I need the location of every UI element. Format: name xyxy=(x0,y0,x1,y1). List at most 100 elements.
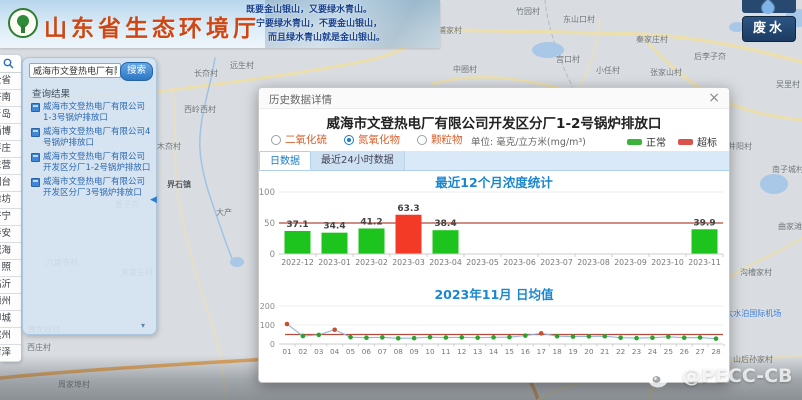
svg-text:02: 02 xyxy=(298,347,307,356)
svg-text:06: 06 xyxy=(362,347,372,356)
svg-text:2023-02: 2023-02 xyxy=(355,258,388,267)
wastewater-layer-button[interactable]: 废水 xyxy=(742,16,796,42)
svg-text:34.4: 34.4 xyxy=(323,222,345,232)
pollutant-radio-option[interactable]: 二氧化硫 xyxy=(271,132,327,147)
bar-chart-container: 0501002022-1237.12023-0134.42023-0241.22… xyxy=(259,186,731,276)
svg-text:08: 08 xyxy=(394,347,404,356)
map-place-label: 沟槽家村 xyxy=(740,267,772,278)
city-filter-item[interactable]: 聊城 xyxy=(0,311,21,328)
city-filter-item[interactable]: 滨州 xyxy=(0,328,21,345)
city-filter-item[interactable]: 日照 xyxy=(0,260,21,277)
weibo-icon xyxy=(648,364,678,388)
map-place-label: 南子城村 xyxy=(772,164,802,175)
svg-text:21: 21 xyxy=(600,347,609,356)
svg-text:2023-04: 2023-04 xyxy=(429,258,462,267)
svg-text:39.9: 39.9 xyxy=(693,218,715,228)
slogan-line: 既要金山银山，又要绿水青山。 xyxy=(246,3,434,17)
city-filter-item[interactable]: 全省 xyxy=(0,73,21,90)
legend-item: 正常 xyxy=(627,134,666,149)
result-item-icon xyxy=(31,178,40,187)
outlet-title: 威海市文登热电厂有限公司开发区分厂1-2号锅炉排放口 xyxy=(259,112,729,132)
map-place-label: 秦家庄村 xyxy=(636,34,668,45)
city-filter-item[interactable]: 威海 xyxy=(0,243,21,260)
search-panel: 搜索 查询结果 威海市文登热电厂有限公司1-3号锅炉排放口威海市文登热电厂有限公… xyxy=(22,57,157,335)
svg-text:13: 13 xyxy=(473,347,483,356)
city-filter-item[interactable]: 临沂 xyxy=(0,277,21,294)
map-place-label: 长夼村 xyxy=(194,68,218,79)
bar-chart: 0501002022-1237.12023-0134.42023-0241.22… xyxy=(259,186,731,272)
pollutant-radio-group: 二氧化硫 氮氧化物 颗粒物 xyxy=(271,132,463,147)
map-place-label: 大产 xyxy=(216,207,232,218)
city-filter-item[interactable]: 青岛 xyxy=(0,107,21,124)
results-scroll-arrow[interactable]: ▾ xyxy=(141,321,145,330)
layer-tab[interactable] xyxy=(742,0,796,13)
line-chart-container: 0100200010203040506070809101112131415161… xyxy=(259,300,731,366)
svg-text:01: 01 xyxy=(282,347,291,356)
city-filter-item[interactable]: 泰安 xyxy=(0,226,21,243)
slogan-line: 而且绿水青山就是金山银山。 xyxy=(246,31,434,45)
legend-label: 正常 xyxy=(646,134,666,149)
search-result-item[interactable]: 威海市文登热电厂有限公司开发区分厂1-2号锅炉排放口 xyxy=(31,152,151,173)
city-filter-item[interactable]: 烟台 xyxy=(0,175,21,192)
svg-text:12: 12 xyxy=(457,347,466,356)
pollutant-radio-option[interactable]: 颗粒物 xyxy=(417,132,463,147)
svg-text:10: 10 xyxy=(425,347,435,356)
tab-inactive[interactable]: 最近24小时数据 xyxy=(311,151,405,170)
search-button[interactable]: 搜索 xyxy=(120,62,153,81)
svg-text:63.3: 63.3 xyxy=(397,204,419,214)
map-place-label: 井阳村 xyxy=(728,141,752,152)
city-filter-item[interactable]: 德州 xyxy=(0,294,21,311)
search-result-item[interactable]: 威海市文登热电厂有限公司开发区分厂3号锅炉排放口 xyxy=(31,177,151,198)
chart-legend: 正常超标 xyxy=(627,134,717,149)
svg-text:2023-09: 2023-09 xyxy=(614,258,647,267)
radio-circle-icon xyxy=(271,135,281,145)
svg-text:15: 15 xyxy=(505,347,514,356)
pollutant-radio-selected[interactable]: 氮氧化物 xyxy=(344,132,400,147)
city-filter-item[interactable]: 淄博 xyxy=(0,124,21,141)
unit-label: 单位: 毫克/立方米(mg/m³) xyxy=(471,134,586,148)
modal-window-title: 历史数据详情 xyxy=(269,92,332,107)
close-icon[interactable]: × xyxy=(708,90,720,106)
city-filter-item[interactable]: 济宁 xyxy=(0,209,21,226)
result-item-label: 威海市文登热电厂有限公司1-3号锅炉排放口 xyxy=(43,102,151,123)
map-place-label: 木夼村 xyxy=(157,141,181,152)
map-place-label: 中圈村 xyxy=(453,64,477,75)
search-icon xyxy=(3,58,14,69)
search-result-item[interactable]: 威海市文登热电厂有限公司1-3号锅炉排放口 xyxy=(31,102,151,123)
svg-text:200: 200 xyxy=(260,302,275,311)
svg-text:07: 07 xyxy=(378,347,388,356)
water-drop-icon xyxy=(760,0,777,16)
city-filter-item[interactable]: 菏泽 xyxy=(0,345,21,362)
radio-circle-icon xyxy=(344,135,354,145)
city-search-tile[interactable] xyxy=(0,55,21,73)
tab-active[interactable]: 日数据 xyxy=(259,151,311,170)
city-filter-item[interactable]: 枣庄 xyxy=(0,141,21,158)
map-place-label: 界石镇 xyxy=(167,179,191,190)
panel-collapse-arrow[interactable]: ◀ xyxy=(150,195,157,205)
banner-slogans: 既要金山银山，又要绿水青山。 宁要绿水青山，不要金山银山， 而且绿水青山就是金山… xyxy=(246,3,434,45)
svg-text:2023-07: 2023-07 xyxy=(540,258,573,267)
header-banner: 山东省生态环境厅 既要金山银山，又要绿水青山。 宁要绿水青山，不要金山银山， 而… xyxy=(0,0,440,48)
watermark: @PECC-CB xyxy=(648,364,793,388)
svg-text:2022-12: 2022-12 xyxy=(281,258,314,267)
svg-text:22: 22 xyxy=(616,347,625,356)
svg-text:24: 24 xyxy=(648,347,658,356)
svg-text:18: 18 xyxy=(552,347,562,356)
map-place-label: 小任村 xyxy=(596,65,620,76)
svg-text:26: 26 xyxy=(680,347,690,356)
svg-text:41.2: 41.2 xyxy=(360,217,382,227)
results-title: 查询结果 xyxy=(32,86,70,100)
city-filter-item[interactable]: 潍坊 xyxy=(0,192,21,209)
city-filter-item[interactable]: 东营 xyxy=(0,158,21,175)
svg-text:100: 100 xyxy=(259,188,275,198)
legend-item: 超标 xyxy=(678,134,717,149)
agency-name: 山东省生态环境厅 xyxy=(44,9,260,43)
search-input[interactable] xyxy=(29,63,121,78)
map-place-label: 吴里村 xyxy=(776,79,800,90)
search-result-item[interactable]: 威海市文登热电厂有限公司4号锅炉排放口 xyxy=(31,127,151,148)
svg-text:28: 28 xyxy=(711,347,721,356)
city-filter-item[interactable]: 济南 xyxy=(0,90,21,107)
svg-text:50: 50 xyxy=(264,219,275,229)
svg-text:20: 20 xyxy=(584,347,594,356)
svg-text:09: 09 xyxy=(409,347,419,356)
